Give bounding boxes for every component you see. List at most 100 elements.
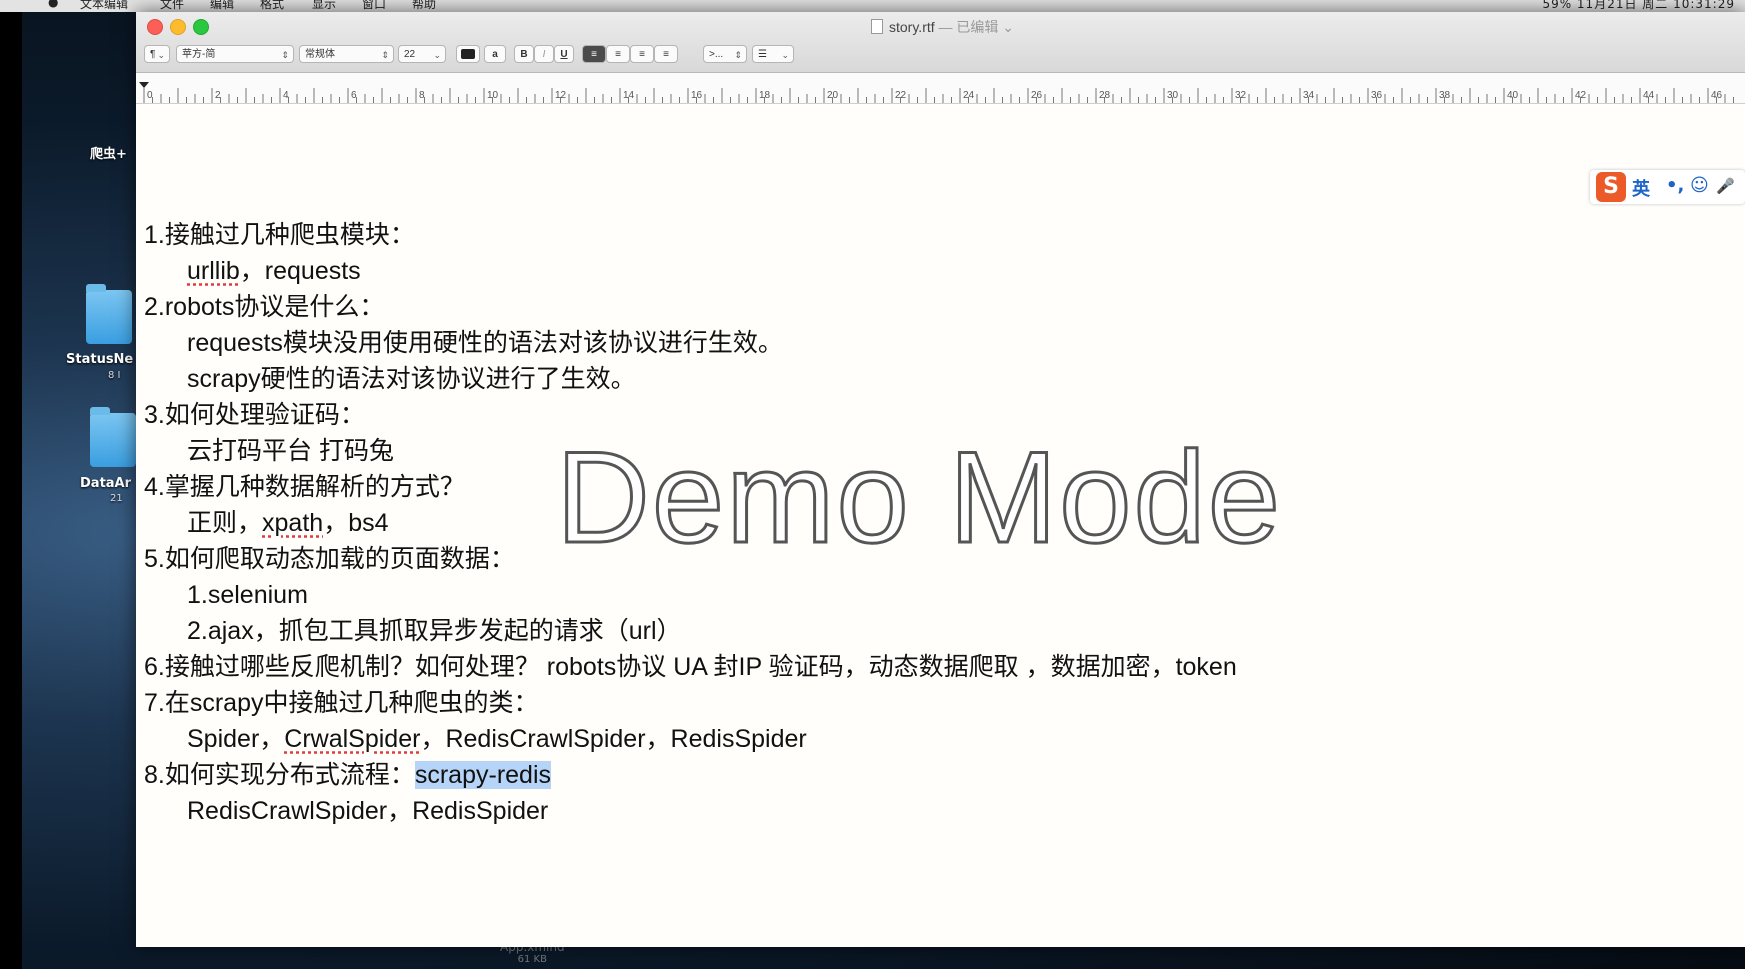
menu-format[interactable]: 格式 xyxy=(260,0,284,12)
menu-window[interactable]: 窗口 xyxy=(362,0,386,12)
line-spacing-select[interactable]: >... ⇕ xyxy=(703,45,747,63)
font-family-value: 苹方-简 xyxy=(182,49,216,60)
menu-bar-status: 59% 11月21日 周二 10:31:29 xyxy=(1542,0,1735,11)
highlight-color-well[interactable]: a xyxy=(484,45,506,63)
microphone-icon[interactable]: 🎤 xyxy=(1716,177,1735,195)
bold-button[interactable]: B xyxy=(514,45,534,63)
sogou-logo-icon[interactable]: S xyxy=(1596,172,1626,202)
ruler-label: 40 xyxy=(1507,90,1519,101)
ruler-label: 20 xyxy=(827,90,839,101)
list-style-select[interactable]: ☰ ⌄ xyxy=(752,45,794,63)
menu-help[interactable]: 帮助 xyxy=(412,0,436,12)
ruler-scale: 0 2 4 6 8 10 12 14 16 18 20 22 24 26 28 30 32 34 36 38 40 42 4… xyxy=(139,82,1734,103)
indent-marker-icon[interactable] xyxy=(139,82,149,88)
ime-language-toggle[interactable]: 英 xyxy=(1632,175,1650,201)
text-cursor-icon: I xyxy=(461,614,466,633)
font-family-select[interactable]: 苹方-简 ⇕ xyxy=(176,45,294,63)
textedit-window: story.rtf — 已编辑 ⌄ ¶ ⌄ 苹方-简 ⇕ 常规体 ⇕ 22 ⌄ a B … xyxy=(136,12,1745,947)
ruler-label: 42 xyxy=(1575,90,1587,101)
doc-line: requests模块没用使用硬性的语法对该协议进行生效。 xyxy=(187,329,783,357)
doc-text: ，RedisCrawlSpider，RedisSpider xyxy=(420,725,807,753)
screen-edge xyxy=(0,0,22,969)
desktop-icon-label: DataAr xyxy=(80,476,132,491)
ruler-label: 28 xyxy=(1099,90,1111,101)
window-title: story.rtf — 已编辑 ⌄ xyxy=(871,17,1014,37)
justify-button[interactable]: ≡ xyxy=(654,45,678,63)
document-name: story.rtf xyxy=(889,19,935,35)
doc-line: 2.ajax，抓包工具抓取异步发起的请求（url） xyxy=(187,617,682,645)
zoom-button[interactable] xyxy=(193,19,209,35)
misspelled-word: urllib xyxy=(187,257,240,285)
align-left-button[interactable]: ≡ xyxy=(582,45,606,63)
font-size-select[interactable]: 22 ⌄ xyxy=(398,45,446,63)
font-size-value: 22 xyxy=(404,49,416,60)
desktop-icon-label: StatusNe xyxy=(66,352,134,367)
menu-bar: ● 文本编辑 文件 编辑 格式 显示 窗口 帮助 59% 11月21日 周二 1… xyxy=(0,0,1745,12)
ruler-label: 6 xyxy=(351,90,357,101)
ruler-label: 44 xyxy=(1643,90,1655,101)
ruler-label: 22 xyxy=(895,90,907,101)
ruler[interactable]: 0 2 4 6 8 10 12 14 16 18 20 22 24 26 28 30 32 34 36 38 40 42 4… xyxy=(136,73,1745,104)
ruler-label: 26 xyxy=(1031,90,1043,101)
menu-file[interactable]: 文件 xyxy=(160,0,184,12)
doc-line: 7.在scrapy中接触过几种爬虫的类： xyxy=(144,689,539,717)
ruler-label: 46 xyxy=(1711,90,1723,101)
folder-icon[interactable] xyxy=(90,407,136,467)
doc-line: 8.如何实现分布式流程：scrapy-redis xyxy=(144,757,1594,793)
font-style-select[interactable]: 常规体 ⇕ xyxy=(299,45,394,63)
title-bar: story.rtf — 已编辑 ⌄ ¶ ⌄ 苹方-简 ⇕ 常规体 ⇕ 22 ⌄ a B … xyxy=(136,12,1745,73)
demo-mode-watermark: Demo Mode xyxy=(554,423,1283,572)
ruler-label: 32 xyxy=(1235,90,1247,101)
doc-text: 正则， xyxy=(187,509,263,537)
ruler-label: 0 xyxy=(147,90,153,101)
list-icon: ☰ xyxy=(758,49,767,60)
selected-text: scrapy-redis xyxy=(414,761,552,789)
desktop-file-size: 61 KB xyxy=(517,954,547,965)
desktop-icon-sub: 21 xyxy=(110,493,123,504)
font-style-value: 常规体 xyxy=(305,49,335,60)
align-right-button[interactable]: ≡ xyxy=(630,45,654,63)
misspelled-word: xpath xyxy=(262,509,324,537)
doc-text: ，bs4 xyxy=(323,509,389,537)
doc-line: scrapy硬性的语法对该协议进行了生效。 xyxy=(187,365,636,393)
input-method-toolbar: S 英 •, ☺ 🎤 xyxy=(1590,170,1745,204)
menu-app[interactable]: 文本编辑 xyxy=(80,0,128,12)
close-button[interactable] xyxy=(147,19,163,35)
folder-icon[interactable] xyxy=(86,284,132,344)
ruler-label: 36 xyxy=(1371,90,1383,101)
doc-line: 6.接触过哪些反爬机制？如何处理？ robots协议 UA 封IP 验证码，动态… xyxy=(144,653,1237,681)
underline-button[interactable]: U xyxy=(554,45,574,63)
edited-status[interactable]: — 已编辑 ⌄ xyxy=(939,19,1015,35)
ruler-label: 34 xyxy=(1303,90,1315,101)
italic-button[interactable]: I xyxy=(534,45,554,63)
ruler-label: 4 xyxy=(283,90,289,101)
doc-line: urllib，requests xyxy=(144,253,1594,289)
minimize-button[interactable] xyxy=(170,19,186,35)
ruler-label: 2 xyxy=(215,90,221,101)
menu-edit[interactable]: 编辑 xyxy=(210,0,234,12)
text-color-well[interactable] xyxy=(456,45,480,63)
line-spacing-value: >... xyxy=(709,49,724,60)
desktop-icon-label: 爬虫+ xyxy=(90,147,127,162)
color-swatch xyxy=(461,49,475,59)
doc-line: 1.selenium xyxy=(187,581,308,609)
menu-view[interactable]: 显示 xyxy=(312,0,336,12)
paragraph-style-popup[interactable]: ¶ ⌄ xyxy=(144,45,170,63)
punctuation-icon[interactable]: •, xyxy=(1666,175,1684,196)
desktop-icon-sub: 8 I xyxy=(108,370,121,381)
apple-menu-icon[interactable]: ● xyxy=(48,0,58,9)
ruler-label: 16 xyxy=(691,90,703,101)
ruler-label: 8 xyxy=(419,90,425,101)
misspelled-word: CrwalSpider xyxy=(284,725,421,753)
doc-text: ，requests xyxy=(239,257,361,285)
paragraph-icon: ¶ xyxy=(150,49,156,60)
align-center-button[interactable]: ≡ xyxy=(606,45,630,63)
doc-line: RedisCrawlSpider，RedisSpider xyxy=(187,797,549,825)
ruler-label: 24 xyxy=(963,90,975,101)
doc-text: 8.如何实现分布式流程： xyxy=(144,761,415,789)
ruler-label: 10 xyxy=(487,90,499,101)
ruler-label: 30 xyxy=(1167,90,1179,101)
doc-text: Spider， xyxy=(187,725,285,753)
ruler-label: 12 xyxy=(555,90,567,101)
emoji-icon[interactable]: ☺ xyxy=(1690,175,1709,196)
